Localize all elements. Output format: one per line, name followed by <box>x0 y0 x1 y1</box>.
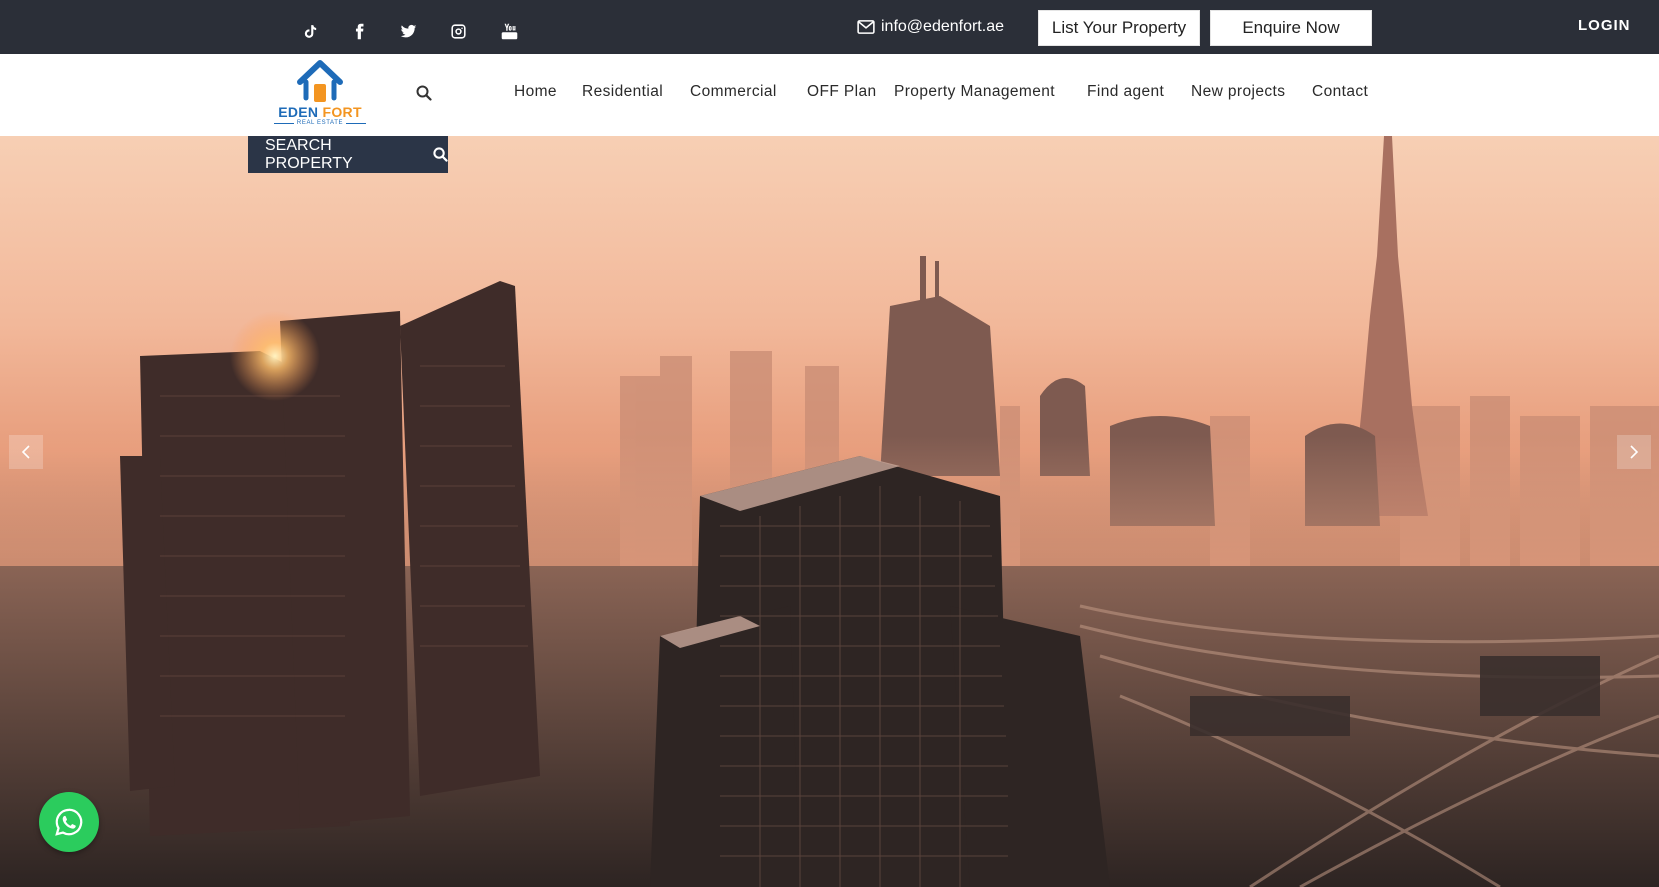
nav-residential[interactable]: Residential <box>582 83 663 101</box>
chevron-left-icon <box>21 445 30 459</box>
search-property-button[interactable]: SEARCH PROPERTY <box>248 136 448 173</box>
hero-slider <box>0 136 1659 887</box>
email-link[interactable]: info@edenfort.ae <box>857 16 1004 38</box>
search-icon <box>433 147 448 162</box>
email-text: info@edenfort.ae <box>881 18 1004 35</box>
twitter-icon[interactable] <box>396 19 420 43</box>
nav-new-projects[interactable]: New projects <box>1191 83 1285 101</box>
chevron-right-icon <box>1630 445 1639 459</box>
nav-property-management[interactable]: Property Management <box>894 83 1055 101</box>
tiktok-icon[interactable] <box>298 19 322 43</box>
enquire-now-button[interactable]: Enquire Now <box>1210 10 1372 46</box>
nav-off-plan[interactable]: OFF Plan <box>807 83 877 101</box>
login-link[interactable]: LOGIN <box>1578 17 1631 34</box>
logo-divider <box>346 123 366 124</box>
search-icon[interactable] <box>416 85 434 103</box>
slider-next-button[interactable] <box>1617 435 1651 469</box>
whatsapp-chat-button[interactable] <box>39 792 99 852</box>
top-bar: info@edenfort.ae List Your Property Enqu… <box>0 0 1659 54</box>
search-property-label: SEARCH PROPERTY <box>265 136 353 172</box>
envelope-icon <box>857 20 875 34</box>
logo-wordmark: EDEN FORT <box>274 104 366 120</box>
logo[interactable]: EDEN FORT REAL ESTATE <box>274 58 366 128</box>
hero-cityscape-image <box>0 136 1659 887</box>
whatsapp-icon <box>55 808 83 836</box>
list-your-property-button[interactable]: List Your Property <box>1038 10 1200 46</box>
house-logo-icon <box>297 60 343 102</box>
facebook-icon[interactable] <box>347 19 371 43</box>
logo-word-1: EDEN <box>278 104 319 120</box>
youtube-icon[interactable] <box>497 19 521 43</box>
nav-home[interactable]: Home <box>514 83 557 101</box>
nav-find-agent[interactable]: Find agent <box>1087 83 1164 101</box>
nav-contact[interactable]: Contact <box>1312 83 1368 101</box>
logo-word-2: FORT <box>322 104 362 120</box>
slider-prev-button[interactable] <box>9 435 43 469</box>
instagram-icon[interactable] <box>446 19 470 43</box>
nav-commercial[interactable]: Commercial <box>690 83 777 101</box>
